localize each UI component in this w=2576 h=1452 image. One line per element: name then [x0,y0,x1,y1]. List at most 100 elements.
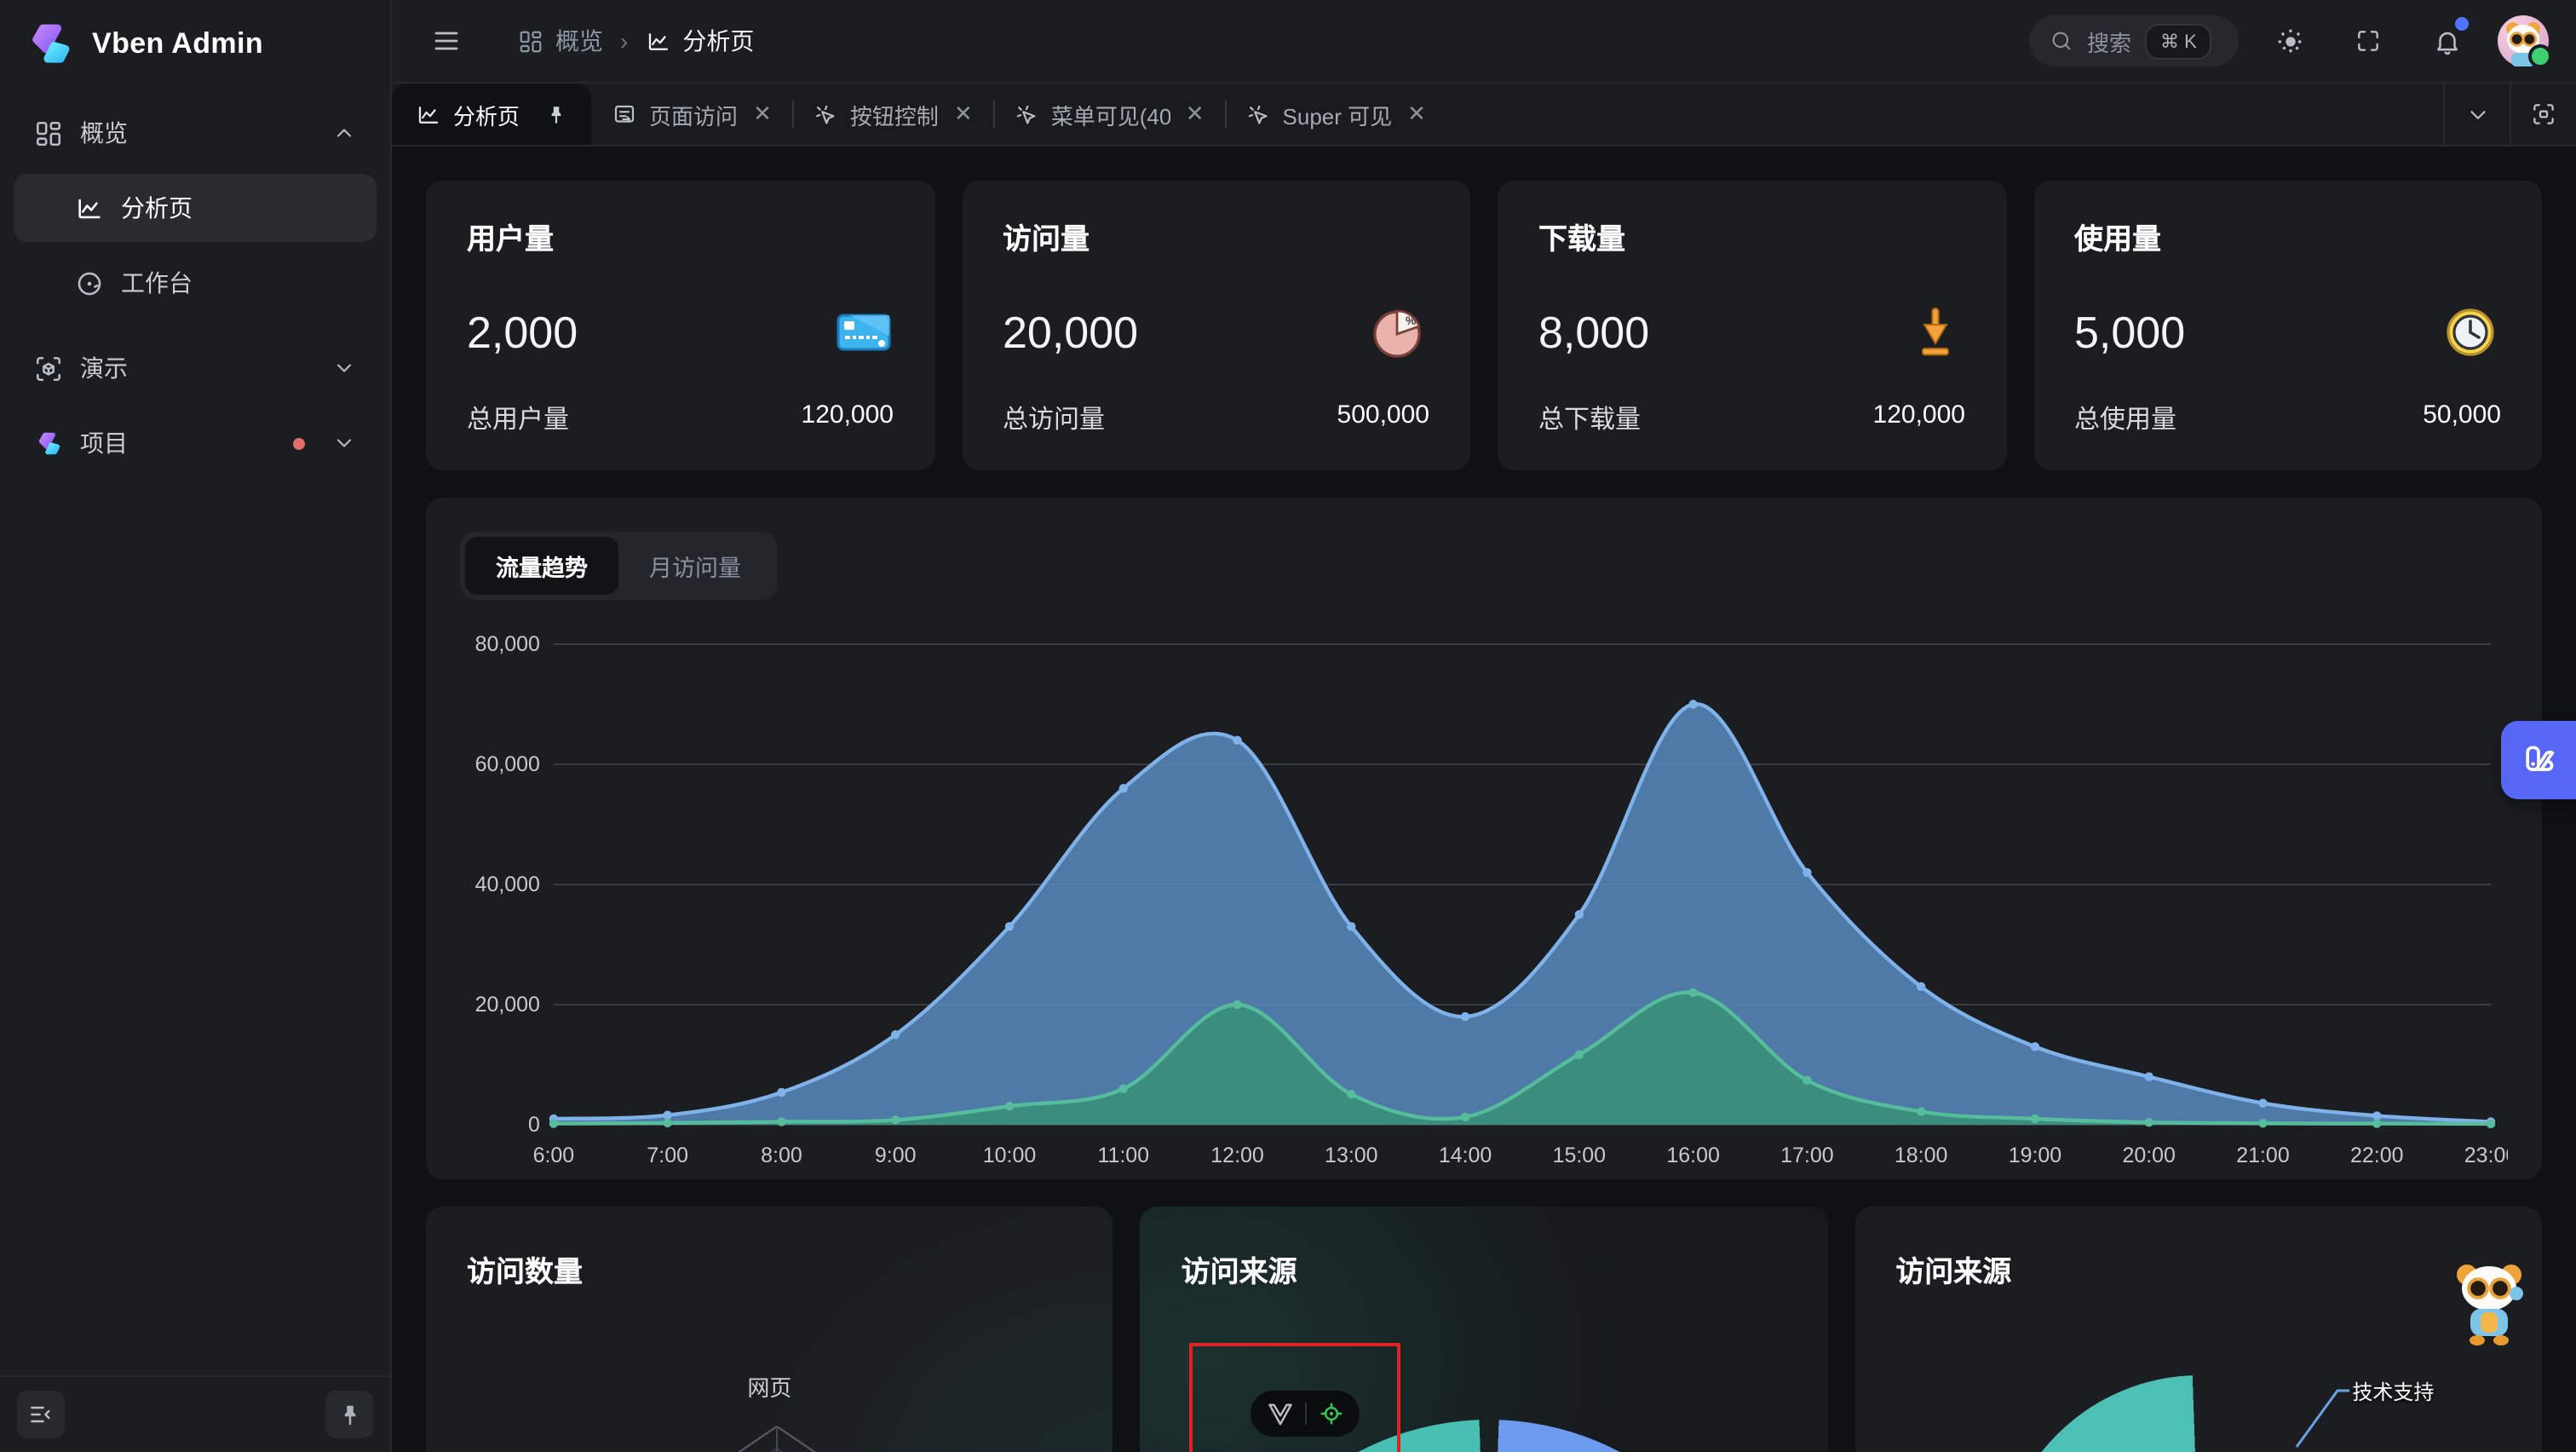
svg-text:15:00: 15:00 [1553,1144,1606,1167]
notification-dot [2455,17,2469,31]
search-input[interactable]: 搜索 ⌘ K [2029,15,2239,66]
svg-text:18:00: 18:00 [1895,1144,1947,1167]
close-tab-icon[interactable]: ✕ [954,101,973,128]
segment-monthly-visits[interactable]: 月访问量 [618,537,772,595]
trend-segmented-control: 流量趋势 月访问量 [460,532,777,600]
sidebar-item-analytics[interactable]: 分析页 [14,174,377,242]
svg-text:10:00: 10:00 [983,1144,1036,1167]
cursor-click-icon [1245,101,1271,127]
svg-text:20:00: 20:00 [2122,1144,2175,1167]
hamburger-icon [431,26,462,56]
stat-cards-row: 用户量 2,000 总用户量 120,000 [426,181,2542,470]
visit-count-card: 访问数量 网页 [426,1207,1113,1452]
tab-label: 页面访问 [649,98,738,130]
credit-card-icon [832,302,894,363]
main-area: 概览 › 分析页 搜索 ⌘ K [392,0,2576,1452]
tab-button-control[interactable]: 按钮控制 ✕ [792,84,993,145]
svg-text:0: 0 [528,1113,540,1137]
fullscreen-button[interactable] [2341,14,2395,68]
tabbar: 分析页 页面访问 ✕ 按钮控制 ✕ 菜单可见(403) ✕ Super 可见 [392,84,2576,147]
sidebar-item-demos[interactable]: 演示 [14,334,377,402]
close-tab-icon[interactable]: ✕ [753,101,772,128]
tab-label: 分析页 [453,98,520,130]
online-status-dot [2528,44,2552,68]
maximize-content-button[interactable] [2510,84,2576,145]
svg-text:7:00: 7:00 [647,1144,688,1167]
collapse-sidebar-icon [27,1401,55,1428]
sidebar-item-project[interactable]: 项目 [14,409,377,477]
svg-text:19:00: 19:00 [2009,1144,2061,1167]
svg-text:8:00: 8:00 [761,1144,802,1167]
dashboard-grid-icon [518,28,543,54]
stat-footer-label: 总访问量 [1003,400,1105,436]
page-form-icon [612,101,637,127]
tab-page-access[interactable]: 页面访问 ✕ [591,84,792,145]
clock-icon [2440,302,2501,363]
app-root: Vben Admin 概览 分析页 工作台 [0,0,2576,1452]
svg-text:60,000: 60,000 [475,752,540,776]
close-tab-icon[interactable]: ✕ [1407,101,1426,128]
pin-icon [336,1402,362,1427]
header: 概览 › 分析页 搜索 ⌘ K [392,0,2576,84]
breadcrumb-label: 概览 [555,24,603,58]
stat-value: 20,000 [1003,306,1138,359]
traffic-trend-area-chart: 020,00040,00060,00080,0006:007:008:009:0… [460,620,2508,1183]
cursor-click-icon [1014,101,1039,127]
pin-sidebar-button[interactable] [325,1391,373,1438]
bell-icon [2432,26,2461,55]
pin-icon[interactable] [545,103,567,125]
tabs-dropdown-button[interactable] [2443,84,2510,145]
sidebar-item-label: 演示 [80,351,315,385]
toolbar-divider [1305,1403,1307,1425]
breadcrumb-label: 分析页 [682,24,754,58]
stat-card-visits: 访问量 20,000 % 总访问量 500,000 [962,181,1470,470]
sidebar-menu: 概览 分析页 工作台 演示 [0,89,390,1375]
visit-source-card: 访问来源 技术支持 [1854,1207,2542,1452]
stat-card-downloads: 下载量 8,000 总下载量 120,000 [1498,181,2006,470]
stat-value: 5,000 [2074,306,2185,359]
vue-devtools-toolbar [1251,1391,1360,1437]
breadcrumb-item-overview[interactable]: 概览 [518,24,603,58]
collapse-sidebar-button[interactable] [17,1391,65,1438]
sidebar-item-workbench[interactable]: 工作台 [14,249,377,317]
stat-title: 访问量 [1003,215,1429,257]
notifications-button[interactable] [2419,14,2474,68]
breadcrumb-item-analytics[interactable]: 分析页 [645,24,754,58]
app-title: Vben Admin [92,27,263,61]
close-tab-icon[interactable]: ✕ [1186,101,1205,128]
tab-menu-visible-403[interactable]: 菜单可见(403) ✕ [993,84,1225,145]
stat-footer-value: 120,000 [802,400,894,436]
vue-logo-icon[interactable] [1268,1402,1293,1426]
hamburger-menu-button[interactable] [419,14,474,68]
tab-analytics[interactable]: 分析页 [392,84,591,145]
theme-toggle-button[interactable] [2263,14,2317,68]
area-chart-icon [416,101,441,127]
sidebar-item-overview[interactable]: 概览 [14,99,377,167]
svg-text:80,000: 80,000 [475,632,540,656]
svg-text:40,000: 40,000 [475,873,540,896]
stat-footer-value: 120,000 [1873,400,1965,436]
app-logo[interactable]: Vben Admin [0,0,390,89]
svg-text:16:00: 16:00 [1666,1144,1719,1167]
tab-label: 按钮控制 [850,98,939,130]
tab-label: 菜单可见(403) [1051,98,1170,130]
tab-super-visible[interactable]: Super 可见 ✕ [1225,84,1446,145]
maximize-icon [2530,101,2557,128]
dashboard-grid-icon [34,118,63,147]
avatar[interactable] [2498,15,2549,66]
stat-footer-label: 总下载量 [1538,400,1641,436]
stat-footer-value: 500,000 [1337,400,1429,436]
inspect-crosshair-icon[interactable] [1319,1401,1344,1426]
preferences-button[interactable] [2501,721,2576,799]
sidebar-footer [0,1375,390,1452]
radar-chart [426,1207,1113,1452]
page-content: 用户量 2,000 总用户量 120,000 [392,147,2576,1452]
vben-logo-icon [34,429,63,458]
download-arrow-icon [1904,302,1965,363]
cube-scan-icon [34,354,63,383]
stat-footer-label: 总使用量 [2074,400,2176,436]
svg-text:17:00: 17:00 [1780,1144,1833,1167]
stat-title: 使用量 [2074,215,2501,257]
sidebar-item-label: 项目 [80,426,276,460]
segment-traffic-trend[interactable]: 流量趋势 [465,537,618,595]
